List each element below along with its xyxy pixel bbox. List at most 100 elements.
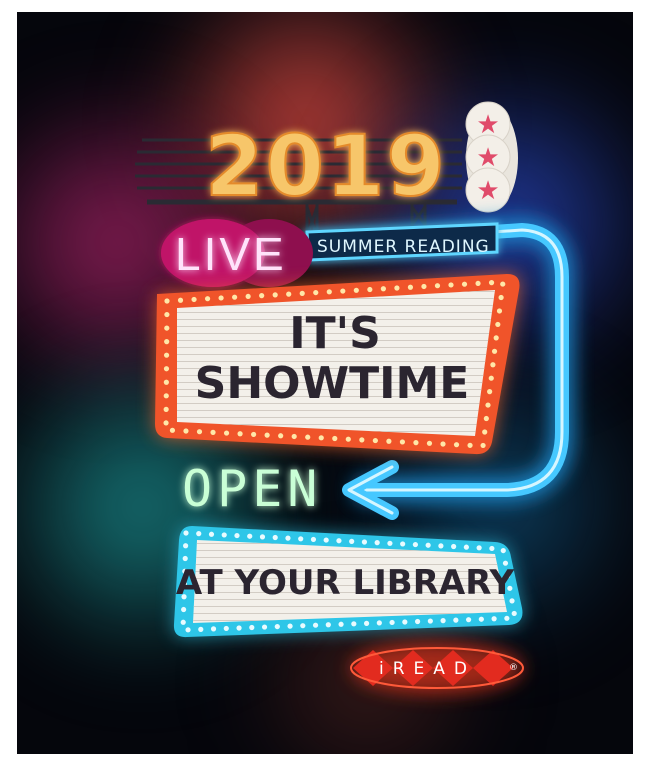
light-bulb xyxy=(312,622,319,628)
iread-text: iREAD xyxy=(379,659,476,679)
light-bulb xyxy=(185,627,191,633)
light-bulb xyxy=(232,294,238,300)
light-bulb xyxy=(287,623,293,629)
light-bulb xyxy=(323,537,329,543)
light-bulb xyxy=(208,531,215,537)
live-text: LIVE xyxy=(175,228,287,280)
light-bulb xyxy=(489,545,495,552)
light-bulb xyxy=(372,437,378,444)
light-bulb xyxy=(475,280,481,287)
light-bulb xyxy=(504,615,510,621)
summer-reading-text: SUMMER READING xyxy=(317,237,490,257)
light-bulb xyxy=(448,282,454,288)
light-bulb xyxy=(438,543,444,549)
light-bulb xyxy=(234,532,240,539)
light-bulb xyxy=(182,555,188,562)
light-bulb xyxy=(426,440,433,446)
light-bulb xyxy=(247,533,253,539)
light-bulb xyxy=(191,296,197,303)
light-bulb xyxy=(298,536,304,542)
light-bulb xyxy=(399,439,406,445)
light-bulb xyxy=(223,625,229,632)
light-bulb xyxy=(251,431,257,438)
light-bulb xyxy=(453,442,460,448)
light-bulb xyxy=(236,625,242,631)
light-bulb xyxy=(218,295,224,301)
light-bulb xyxy=(467,442,473,448)
showtime-marquee: IT'S SHOWTIME xyxy=(155,274,520,455)
light-bulb xyxy=(361,539,368,545)
light-bulb xyxy=(387,540,393,546)
light-bulb xyxy=(425,542,431,548)
light-bulb xyxy=(376,620,382,626)
star-icon: ★ xyxy=(476,110,499,140)
light-bulb xyxy=(493,335,499,341)
light-bulb xyxy=(332,435,338,442)
star-icon: ★ xyxy=(476,176,499,206)
light-bulb xyxy=(261,624,268,630)
light-bulb xyxy=(400,541,406,547)
light-bulb xyxy=(181,606,187,613)
light-bulb xyxy=(313,289,319,296)
light-bulb xyxy=(210,626,217,632)
year-text: 2019 xyxy=(205,117,447,215)
light-bulb xyxy=(500,547,506,554)
light-bulb xyxy=(427,618,433,624)
live-sign: LIVE xyxy=(161,219,313,287)
light-bulb xyxy=(453,617,459,623)
light-bulb xyxy=(164,311,170,318)
light-bulb xyxy=(183,543,189,549)
light-bulb xyxy=(488,280,495,286)
light-bulb xyxy=(351,621,357,627)
open-sign: OPEN xyxy=(182,460,322,518)
light-bulb xyxy=(196,429,203,435)
light-bulb xyxy=(511,610,517,617)
light-bulb xyxy=(259,534,266,540)
light-bulb xyxy=(163,420,169,426)
light-bulb xyxy=(487,389,493,395)
light-bulb xyxy=(163,393,169,399)
light-bulb xyxy=(414,618,421,625)
light-bulb xyxy=(394,285,400,291)
light-bulb xyxy=(249,624,255,631)
light-bulb xyxy=(264,432,270,438)
light-bulb xyxy=(480,442,486,449)
open-text: OPEN xyxy=(182,460,322,518)
light-bulb xyxy=(278,433,284,439)
light-bulb xyxy=(374,540,380,546)
light-bulb xyxy=(177,297,184,303)
light-bulb xyxy=(180,619,186,625)
light-bulb xyxy=(164,298,170,304)
light-bulb xyxy=(491,348,498,354)
light-bulb xyxy=(164,325,170,331)
light-bulb xyxy=(245,293,251,300)
star-icon: ★ xyxy=(476,143,499,173)
light-bulb xyxy=(349,538,355,544)
light-bulb xyxy=(421,283,427,290)
light-bulb xyxy=(490,362,496,368)
light-bulb xyxy=(498,294,504,301)
light-bulb xyxy=(326,289,332,295)
light-bulb xyxy=(407,284,414,290)
light-bulb xyxy=(336,538,342,544)
light-bulb xyxy=(491,616,497,622)
light-bulb xyxy=(285,535,291,541)
light-bulb xyxy=(353,287,359,293)
light-bulb xyxy=(345,436,351,442)
light-bulb xyxy=(483,415,489,422)
light-bulb xyxy=(363,620,370,626)
light-bulb xyxy=(183,530,189,536)
star-column: ★ ★ ★ xyxy=(465,101,518,213)
light-bulb xyxy=(500,281,506,287)
light-bulb xyxy=(204,296,211,302)
light-bulb xyxy=(495,321,501,328)
light-bulb xyxy=(380,286,386,292)
light-bulb xyxy=(169,427,176,433)
light-bulb xyxy=(402,619,408,625)
light-bulb xyxy=(291,433,297,440)
year-sign: 2019 xyxy=(204,116,447,216)
light-bulb xyxy=(440,441,446,447)
light-bulb xyxy=(210,429,216,435)
light-bulb xyxy=(476,545,482,551)
light-bulb xyxy=(461,281,468,287)
